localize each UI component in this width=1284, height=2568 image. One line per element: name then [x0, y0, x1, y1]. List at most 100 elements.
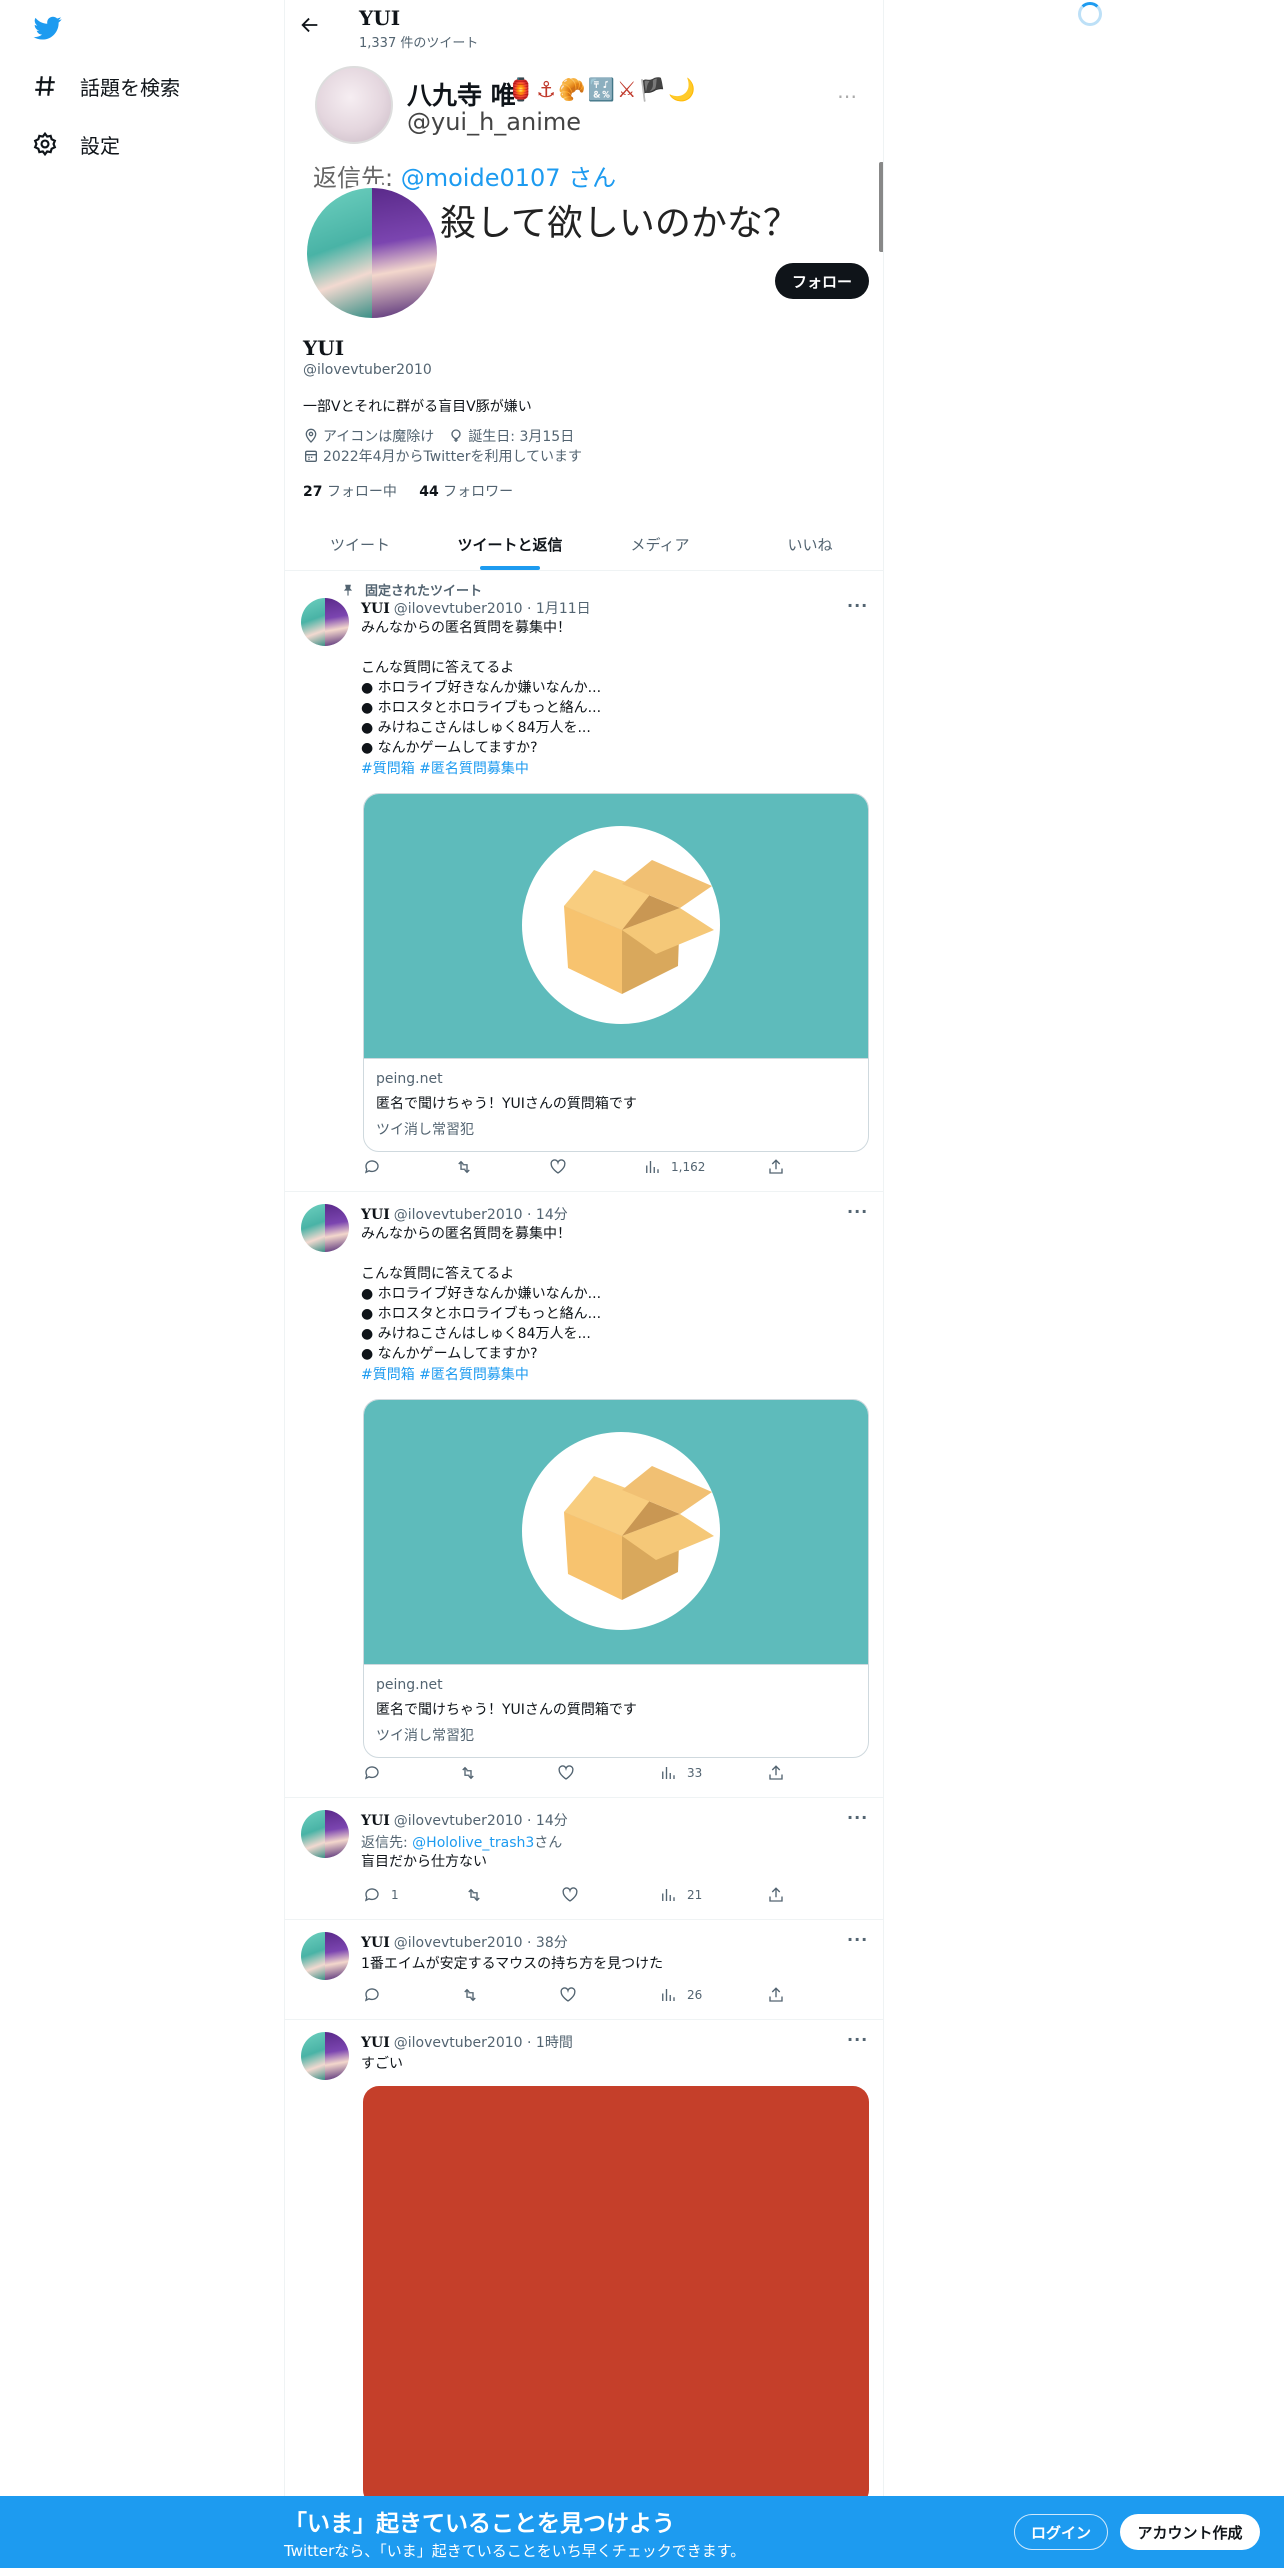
- card-description: ツイ消し常習犯: [376, 1728, 474, 1744]
- avatar-right-character: [372, 188, 437, 318]
- login-button[interactable]: ログイン: [1014, 2514, 1108, 2550]
- tweet-time[interactable]: 1月11日: [536, 601, 591, 617]
- reply-icon: [364, 1988, 379, 2002]
- heart-icon: [562, 1887, 578, 1902]
- tweet-avatar[interactable]: [301, 1204, 349, 1252]
- link-card[interactable]: peing.net 匿名で聞けちゃう！YUIさんの質問箱です ツイ消し常習犯: [363, 1399, 869, 1758]
- tab-likes[interactable]: いいね: [735, 518, 883, 570]
- tweet-more-icon[interactable]: ···: [847, 1930, 868, 1949]
- link-card[interactable]: peing.net 匿名で聞けちゃう！YUIさんの質問箱です ツイ消し常習犯: [363, 793, 869, 1152]
- retweet-icon: [464, 1988, 476, 2002]
- views-button[interactable]: 33: [659, 1764, 702, 1782]
- nav-explore-label: 話題を検索: [80, 75, 180, 100]
- profile-joined-row: 2022年4月からTwitterを利用しています: [303, 446, 582, 466]
- tab-media[interactable]: メディア: [585, 518, 735, 570]
- tweet[interactable]: YUI @ilovevtuber2010 · 38分 ··· 1番エイムが安定する…: [285, 1920, 883, 2020]
- follow-button[interactable]: フォロー: [775, 263, 869, 299]
- reply-link[interactable]: @Hololive_trash3: [412, 1835, 534, 1851]
- tweet-separator: ·: [527, 2035, 532, 2051]
- tweet-text: 盲目だから仕方ない: [361, 1854, 487, 1870]
- tweet-more-icon[interactable]: ···: [847, 2030, 868, 2049]
- reply-button[interactable]: [363, 1158, 391, 1176]
- tweet-more-icon[interactable]: ···: [847, 1808, 868, 1827]
- like-button[interactable]: [549, 1158, 577, 1176]
- tweet-author-handle[interactable]: @ilovevtuber2010: [394, 2035, 523, 2051]
- tweet-author-handle[interactable]: @ilovevtuber2010: [394, 601, 523, 617]
- tweet-avatar[interactable]: [301, 1932, 349, 1980]
- banner-name: 八九寺 唯: [407, 81, 516, 110]
- signup-banner-title: 「いま」起きていることを見つけよう: [284, 2511, 675, 2537]
- tweet-avatar[interactable]: [301, 1810, 349, 1858]
- tab-tweets-and-replies[interactable]: ツイートと返信: [435, 518, 585, 570]
- tweet-author-name[interactable]: YUI: [361, 1935, 390, 1951]
- tweet-author-handle[interactable]: @ilovevtuber2010: [394, 1813, 523, 1829]
- tweet-time[interactable]: 14分: [536, 1813, 568, 1829]
- tweet[interactable]: YUI @ilovevtuber2010 · 1時間 ··· すごい: [285, 2020, 883, 2568]
- tweet-avatar[interactable]: [301, 2032, 349, 2080]
- nav-explore[interactable]: 話題を検索: [32, 66, 180, 106]
- share-icon: [769, 1159, 783, 1174]
- tweet-header: YUI @ilovevtuber2010 · 1月11日: [361, 598, 591, 618]
- reply-button[interactable]: [363, 1764, 391, 1782]
- avatar-right-character: [325, 598, 349, 646]
- profile-follow-counts: 27 フォロー中 44 フォロワー: [303, 481, 513, 501]
- retweet-button[interactable]: [465, 1886, 493, 1904]
- followers-link[interactable]: 44 フォロワー: [419, 484, 513, 500]
- reply-button[interactable]: 1: [363, 1886, 399, 1904]
- tweet-text: みんなからの匿名質問を募集中！ こんな質問に答えてるよ ● ホロライブ好きなんか…: [361, 1226, 602, 1362]
- create-account-button[interactable]: アカウント作成: [1120, 2514, 1260, 2550]
- tweet[interactable]: YUI @ilovevtuber2010 · 14分 ··· みんなからの匿名質問…: [285, 1192, 883, 1798]
- views-button[interactable]: 21: [659, 1886, 702, 1904]
- share-button[interactable]: [767, 1764, 795, 1782]
- tweet[interactable]: 固定されたツイート YUI @ilovevtuber2010 · 1月11日 ··…: [285, 572, 883, 1192]
- twitter-logo-icon[interactable]: [32, 14, 64, 42]
- tweet-photo[interactable]: [363, 2086, 869, 2506]
- signup-banner: 「いま」起きていることを見つけよう Twitterなら、「いま」起きていることを…: [0, 2496, 1284, 2568]
- location-icon: [305, 428, 317, 443]
- back-arrow-icon[interactable]: [299, 14, 321, 36]
- share-button[interactable]: [767, 1886, 795, 1904]
- banner-more-icon: ⋯: [837, 84, 858, 108]
- like-button[interactable]: [561, 1886, 589, 1904]
- tweet-time[interactable]: 38分: [536, 1935, 568, 1951]
- retweet-button[interactable]: [459, 1764, 487, 1782]
- banner-avatar: [315, 66, 393, 144]
- tweet-text: みんなからの匿名質問を募集中！ こんな質問に答えてるよ ● ホロライブ好きなんか…: [361, 620, 602, 756]
- tweet-header: YUI @ilovevtuber2010 · 1時間: [361, 2032, 573, 2052]
- profile-avatar[interactable]: [303, 184, 441, 322]
- views-button[interactable]: 26: [659, 1986, 702, 2004]
- tab-tweets[interactable]: ツイート: [285, 518, 435, 570]
- share-button[interactable]: [767, 1158, 795, 1176]
- tweet-author-name[interactable]: YUI: [361, 1207, 390, 1223]
- tweet-time[interactable]: 14分: [536, 1207, 568, 1223]
- tweet-author-handle[interactable]: @ilovevtuber2010: [394, 1207, 523, 1223]
- profile-header-bar: YUI 1,337 件のツイート: [285, 0, 883, 54]
- nav-settings[interactable]: 設定: [32, 124, 120, 164]
- tweet[interactable]: YUI @ilovevtuber2010 · 14分 ··· 返信先: @Holo…: [285, 1798, 883, 1920]
- tweet-more-icon[interactable]: ···: [847, 596, 868, 615]
- tweet-hashtags[interactable]: #質問箱 #匿名質問募集中: [361, 1364, 529, 1384]
- like-button[interactable]: [557, 1764, 585, 1782]
- tweet-author-name[interactable]: YUI: [361, 1813, 390, 1829]
- share-button[interactable]: [767, 1986, 795, 2004]
- tweet-author-name[interactable]: YUI: [361, 2035, 390, 2051]
- tweet-separator: ·: [527, 601, 532, 617]
- tweet-hashtags[interactable]: #質問箱 #匿名質問募集中: [361, 758, 529, 778]
- reply-button[interactable]: [363, 1986, 391, 2004]
- tweet-more-icon[interactable]: ···: [847, 1202, 868, 1221]
- following-link[interactable]: 27 フォロー中: [303, 484, 397, 500]
- card-image: [364, 1400, 868, 1664]
- tweet-author-name[interactable]: YUI: [361, 601, 390, 617]
- views-button[interactable]: 1,162: [643, 1158, 705, 1176]
- retweet-icon: [468, 1888, 480, 1902]
- like-button[interactable]: [559, 1986, 587, 2004]
- banner-emoji: 🏮⚓🥐🔣⚔🏴🌙: [507, 78, 698, 103]
- views-count: 21: [687, 1888, 703, 1902]
- retweet-button[interactable]: [461, 1986, 489, 2004]
- following-count: 27: [303, 484, 323, 500]
- tweet-time[interactable]: 1時間: [536, 2035, 573, 2051]
- tweet-avatar[interactable]: [301, 598, 349, 646]
- tweet-author-handle[interactable]: @ilovevtuber2010: [394, 1935, 523, 1951]
- retweet-button[interactable]: [455, 1158, 483, 1176]
- pin-icon: [343, 584, 353, 596]
